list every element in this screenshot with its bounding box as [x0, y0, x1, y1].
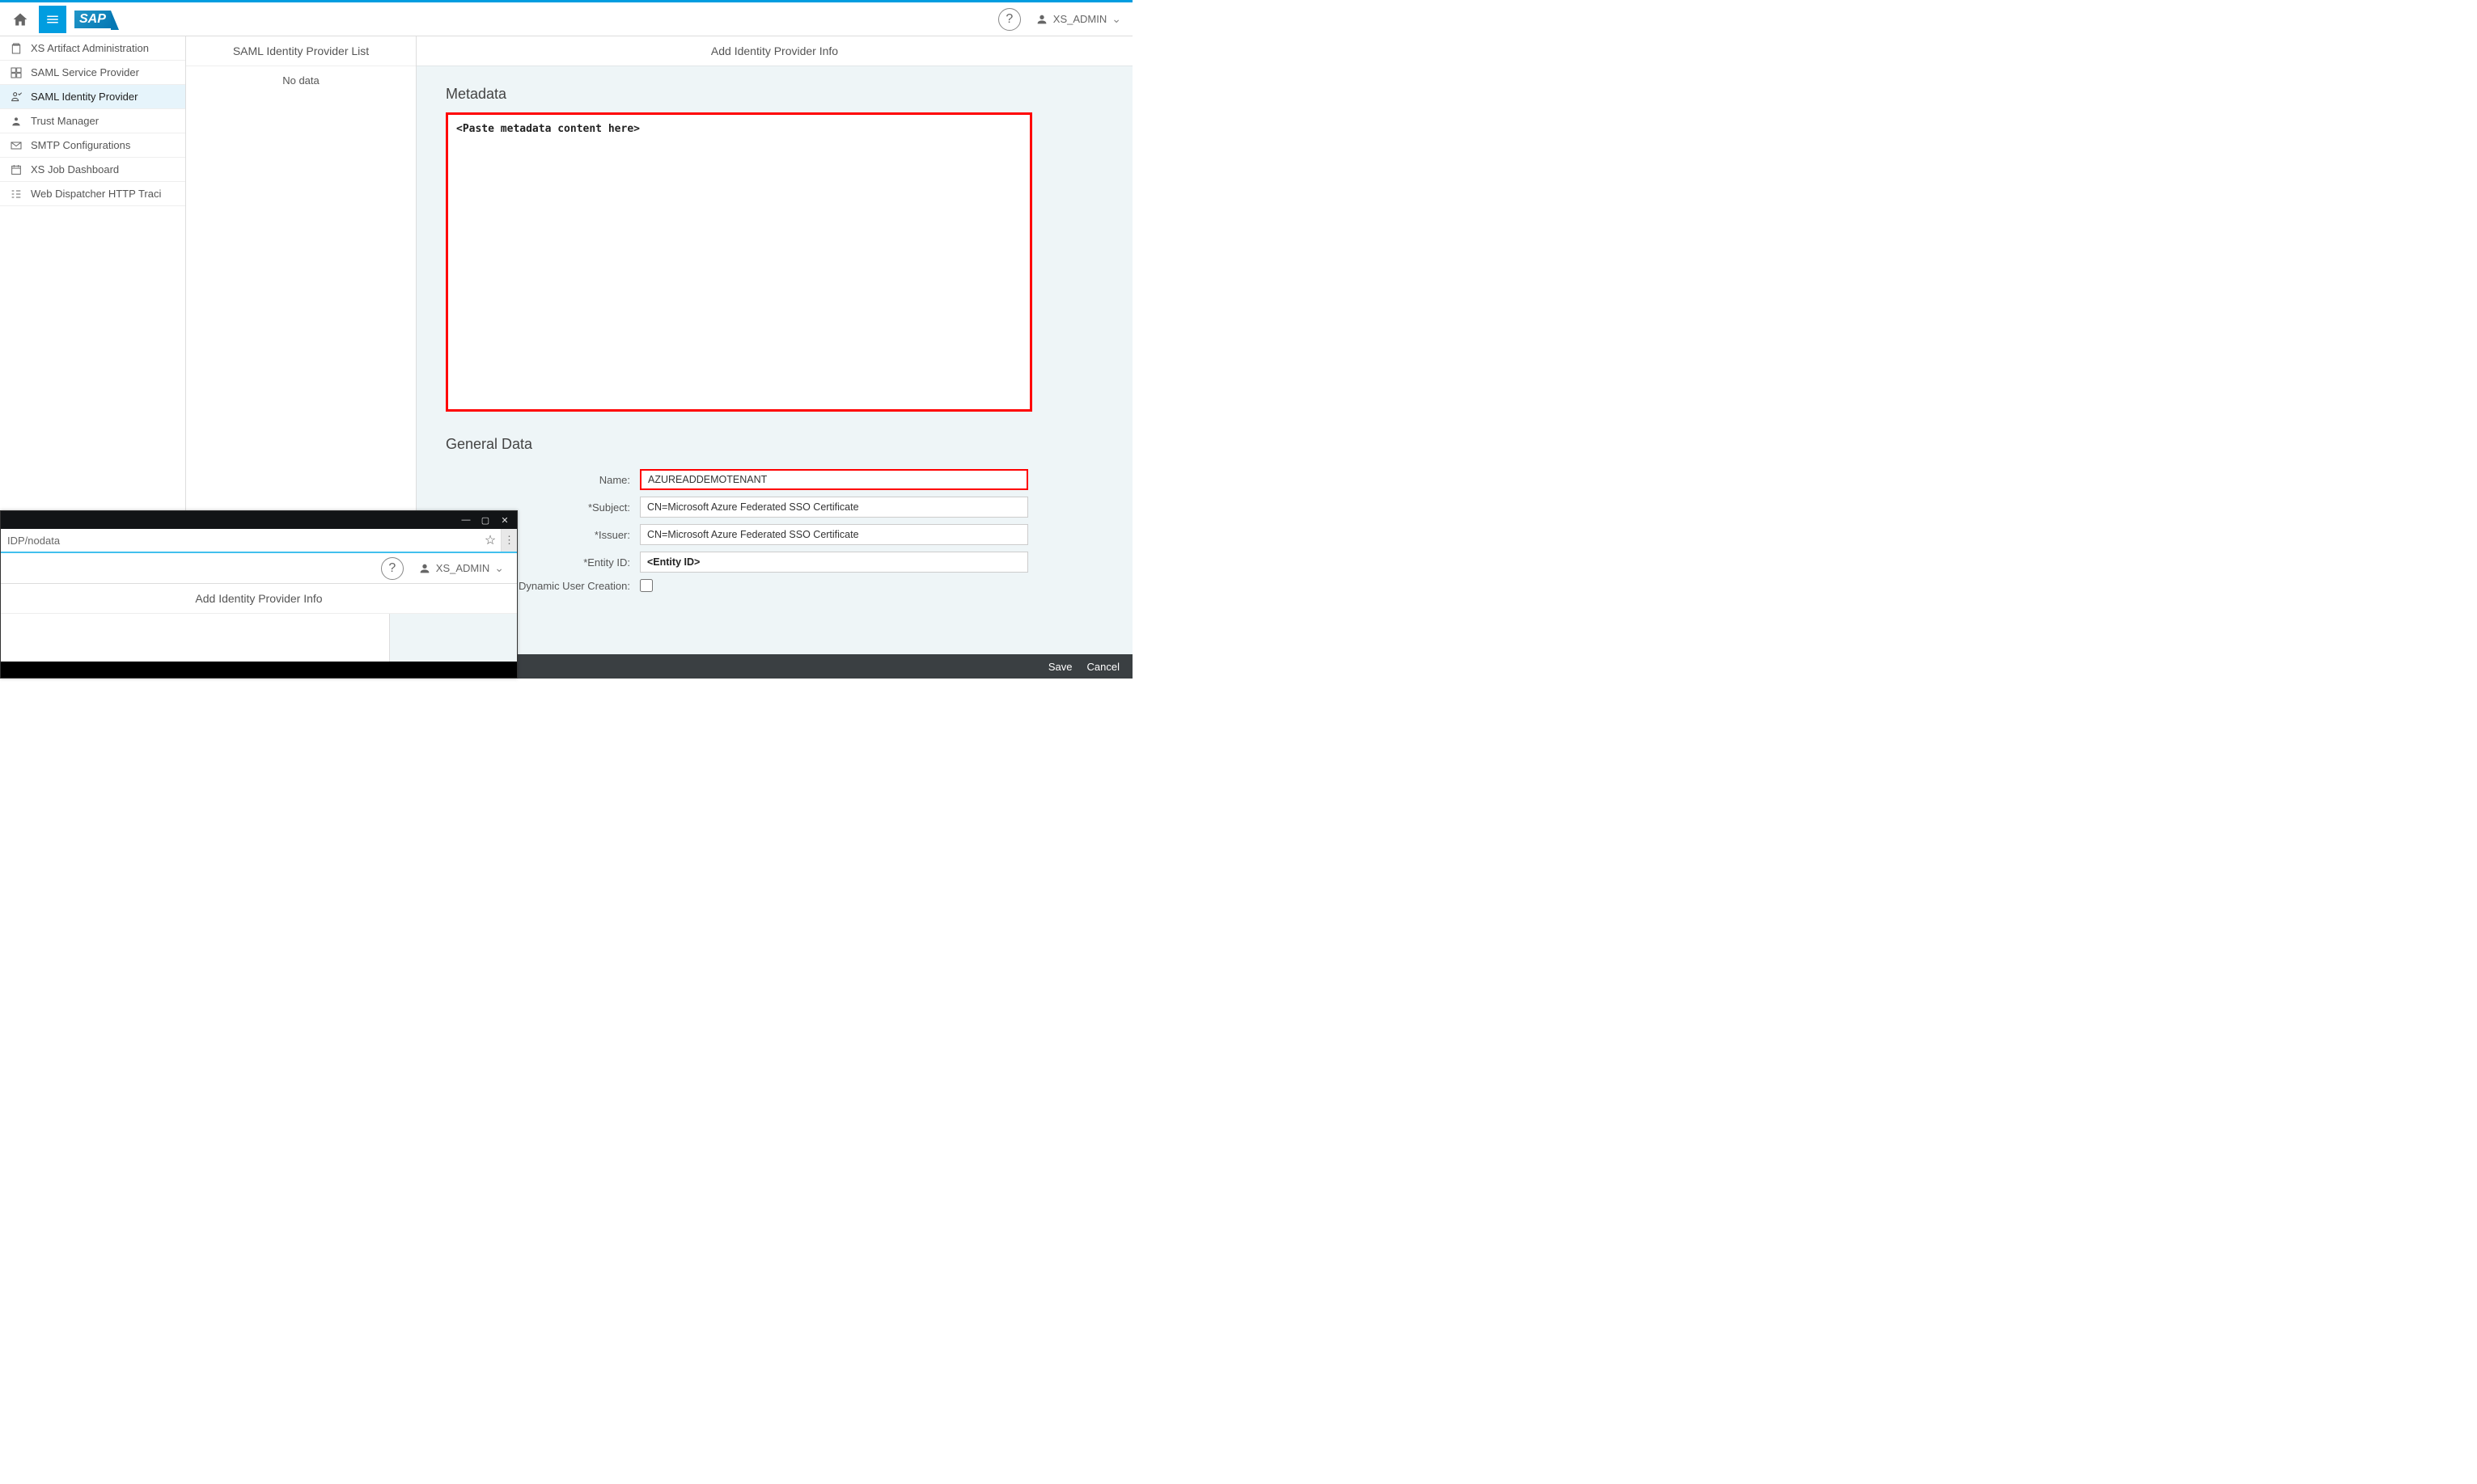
bookmark-star-icon[interactable]: ☆: [480, 532, 501, 548]
user-menu[interactable]: XS_ADMIN ⌄: [1031, 12, 1126, 26]
user-name-label: XS_ADMIN: [1053, 13, 1107, 25]
clipboard-icon: [10, 42, 23, 55]
sidebar-item-trust-manager[interactable]: Trust Manager: [0, 109, 185, 133]
subject-input[interactable]: [640, 497, 1028, 518]
overlay-app-header: ? XS_ADMIN ⌄: [1, 553, 517, 584]
metadata-section-title: Metadata: [446, 86, 1103, 103]
footer-bar: Save Cancel: [518, 654, 1133, 679]
metadata-textarea[interactable]: [446, 112, 1032, 412]
name-label: Name:: [446, 474, 640, 486]
issuer-input[interactable]: [640, 524, 1028, 545]
hamburger-icon: [45, 12, 60, 27]
name-input[interactable]: [640, 469, 1028, 490]
user-icon: [418, 562, 431, 575]
sidebar-item-saml-idp[interactable]: SAML Identity Provider: [0, 85, 185, 109]
dynamic-user-checkbox[interactable]: [640, 579, 653, 592]
home-button[interactable]: [6, 6, 34, 33]
question-icon: ?: [388, 561, 396, 576]
sidebar-item-label: SAML Service Provider: [31, 66, 139, 78]
mail-icon: [10, 139, 23, 152]
overlay-window: — ▢ ✕ ☆ ⋮ ? XS_ADMIN ⌄ Add Identity Prov…: [0, 510, 518, 679]
chevron-down-icon: ⌄: [1111, 12, 1121, 26]
sidebar-item-saml-sp[interactable]: SAML Service Provider: [0, 61, 185, 85]
sidebar-item-label: XS Artifact Administration: [31, 42, 149, 54]
grid-icon: [10, 66, 23, 79]
overlay-footer-bar: [1, 662, 517, 678]
sap-logo: SAP: [74, 11, 111, 28]
maximize-button[interactable]: ▢: [476, 514, 494, 526]
overlay-body: [1, 613, 517, 662]
question-icon: ?: [1006, 12, 1013, 27]
content-panel: Add Identity Provider Info Metadata Gene…: [417, 36, 1133, 654]
home-icon: [12, 11, 28, 27]
general-data-section-title: General Data: [446, 436, 1103, 453]
sidebar-item-label: SMTP Configurations: [31, 139, 130, 151]
idp-list-empty: No data: [186, 66, 416, 95]
address-input[interactable]: [1, 529, 480, 552]
calendar-icon: [10, 163, 23, 176]
overlay-content-title: Add Identity Provider Info: [1, 584, 517, 613]
user-check-icon: [10, 91, 23, 104]
user-icon: [10, 115, 23, 128]
sidebar-item-web-dispatcher[interactable]: Web Dispatcher HTTP Traci: [0, 182, 185, 206]
sidebar-item-label: XS Job Dashboard: [31, 163, 119, 175]
sidebar-item-label: Trust Manager: [31, 115, 99, 127]
general-data-form: Name: Subject: Issuer: Entity ID: Dynami…: [446, 469, 1028, 592]
chevron-down-icon: ⌄: [494, 561, 504, 575]
overlay-titlebar: — ▢ ✕: [1, 511, 517, 529]
idp-list-title: SAML Identity Provider List: [186, 36, 416, 66]
network-icon: [10, 188, 23, 201]
content-title: Add Identity Provider Info: [417, 36, 1133, 66]
overlay-help-button[interactable]: ?: [381, 557, 404, 580]
cancel-button[interactable]: Cancel: [1087, 661, 1120, 673]
entity-id-input[interactable]: [640, 552, 1028, 573]
sidebar-item-label: SAML Identity Provider: [31, 91, 138, 103]
close-button[interactable]: ✕: [496, 514, 514, 526]
menu-toggle-button[interactable]: [39, 6, 66, 33]
help-button[interactable]: ?: [998, 8, 1021, 31]
overlay-user-menu[interactable]: XS_ADMIN ⌄: [413, 561, 509, 575]
sidebar-item-xs-job[interactable]: XS Job Dashboard: [0, 158, 185, 182]
user-icon: [1035, 13, 1048, 26]
browser-menu-icon[interactable]: ⋮: [501, 529, 517, 552]
overlay-address-bar: ☆ ⋮: [1, 529, 517, 553]
sidebar-item-label: Web Dispatcher HTTP Traci: [31, 188, 161, 200]
minimize-button[interactable]: —: [457, 514, 475, 526]
save-button[interactable]: Save: [1048, 661, 1073, 673]
sidebar-item-smtp[interactable]: SMTP Configurations: [0, 133, 185, 158]
app-header: SAP ? XS_ADMIN ⌄: [0, 2, 1133, 36]
overlay-user-name-label: XS_ADMIN: [436, 562, 489, 574]
sidebar-item-xs-artifact[interactable]: XS Artifact Administration: [0, 36, 185, 61]
